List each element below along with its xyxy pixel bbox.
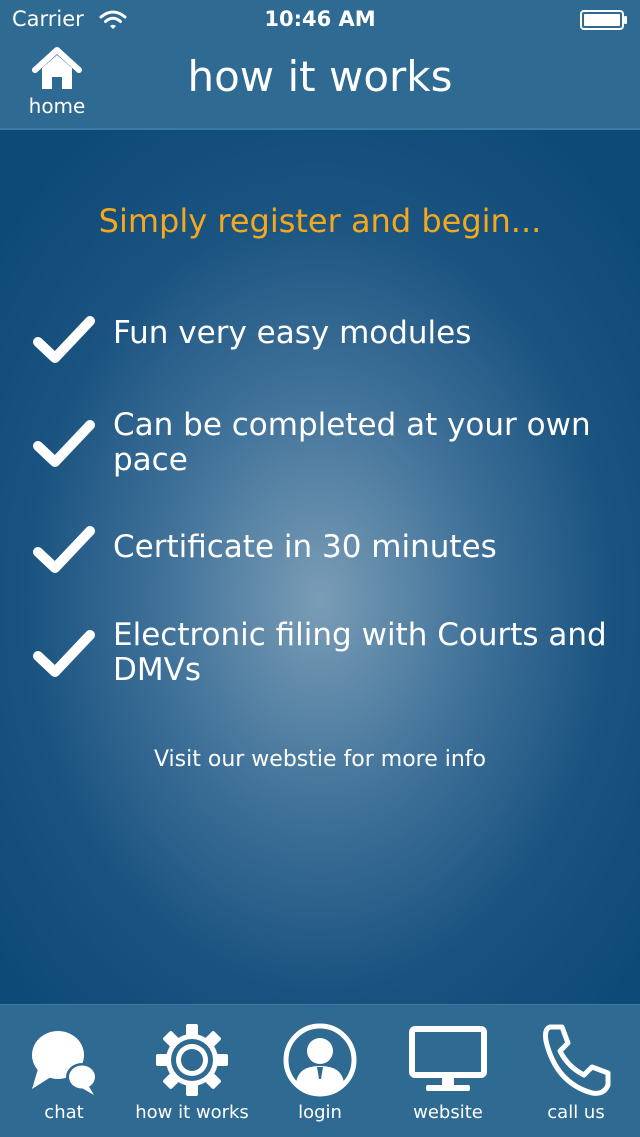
feature-text: Fun very easy modules: [113, 315, 472, 351]
tab-chat[interactable]: chat: [0, 1005, 128, 1137]
tab-label: call us: [547, 1102, 605, 1123]
checkmark-icon: [33, 420, 95, 467]
nav-bar: home how it works: [0, 40, 640, 130]
checkmark-icon: [33, 316, 95, 363]
feature-text: Can be completed at your own pace: [113, 407, 591, 478]
checkmark-icon: [33, 630, 95, 677]
tab-bar: chat how it works login website call us: [0, 1004, 640, 1137]
feature-text: Electronic filing with Courts and DMVs: [113, 617, 607, 688]
clock: 10:46 AM: [264, 7, 376, 31]
gear-icon: [156, 1024, 228, 1096]
phone-icon: [543, 1024, 611, 1096]
tab-login[interactable]: login: [256, 1005, 384, 1137]
tab-how-it-works[interactable]: how it works: [128, 1005, 256, 1137]
website-link[interactable]: Visit our webstie for more info: [0, 747, 640, 772]
tab-label: how it works: [135, 1102, 249, 1123]
headline: Simply register and begin...: [98, 202, 542, 240]
checkmark-icon: [33, 526, 95, 573]
monitor-icon: [409, 1026, 487, 1091]
tab-label: login: [298, 1102, 342, 1123]
user-icon: [283, 1023, 357, 1097]
tab-call-us[interactable]: call us: [512, 1005, 640, 1137]
page-title: how it works: [187, 52, 453, 101]
battery-icon: [580, 10, 627, 30]
tab-website[interactable]: website: [384, 1005, 512, 1137]
tab-label: website: [413, 1102, 483, 1123]
feature-text: Certificate in 30 minutes: [113, 529, 497, 565]
tab-label: chat: [44, 1102, 84, 1123]
chat-bubbles-icon: [32, 1031, 98, 1095]
status-bar: Carrier 10:46 AM: [0, 0, 640, 40]
